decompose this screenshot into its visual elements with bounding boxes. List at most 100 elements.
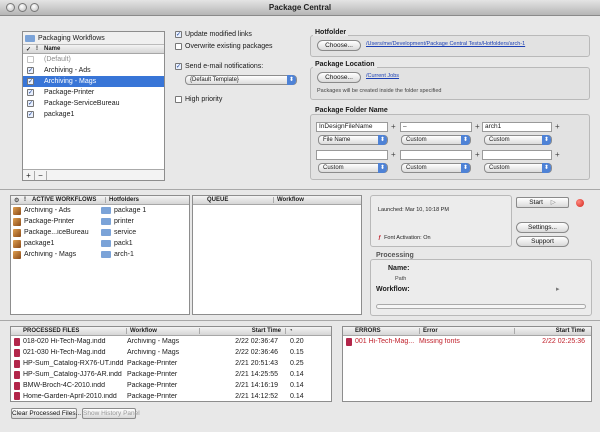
check-column-icon: ✓ [26, 46, 32, 53]
folder-name-type-select-1[interactable]: File Name [318, 135, 388, 145]
update-links-checkbox[interactable]: ✓ [175, 31, 182, 38]
high-priority-option[interactable]: High priority [175, 96, 222, 103]
processing-disclosure-icon[interactable]: ▸ [556, 285, 560, 293]
error-row[interactable]: 001 Hi-Tech-Mag... Missing fonts 2/22 02… [343, 336, 591, 347]
clear-processed-files-button[interactable]: Clear Processed Files... [11, 408, 81, 419]
active-workflow-row[interactable]: package1 pack1 [11, 238, 189, 249]
package-location-choose-button[interactable]: Choose... [317, 72, 361, 83]
start-button[interactable]: Start ▷ [516, 197, 569, 208]
processed-files-header: PROCESSED FILES Workflow Start Time ◔ [11, 327, 331, 336]
folder-name-field-6[interactable] [482, 150, 552, 160]
processed-file-duration: 0.20 [290, 338, 304, 345]
record-icon[interactable] [576, 199, 584, 207]
folder-name-type-select-5[interactable]: Custom [401, 163, 471, 173]
support-button[interactable]: Support [516, 236, 569, 247]
error-message: Missing fonts [419, 338, 460, 345]
processed-workflow-column[interactable]: Workflow [126, 328, 199, 334]
queue-column[interactable]: QUEUE [193, 197, 273, 203]
folder-name-type-select-4[interactable]: Custom [318, 163, 388, 173]
errors-column[interactable]: ERRORS [343, 328, 419, 334]
active-hotfolder-name: printer [114, 218, 134, 225]
update-links-option[interactable]: ✓ Update modified links [175, 31, 252, 38]
add-component-icon[interactable]: + [391, 122, 396, 131]
folder-name-field-1[interactable]: InDesignFileName [316, 122, 388, 132]
warning-column-icon: ! [36, 46, 38, 52]
add-component-icon[interactable]: + [391, 150, 396, 159]
add-component-icon[interactable]: + [475, 122, 480, 131]
hotfolders-column[interactable]: Hotfolders [105, 197, 139, 203]
workflow-row[interactable]: ✓ package1 [23, 109, 164, 120]
error-start-column[interactable]: Start Time [514, 328, 588, 334]
queue-header: QUEUE Workflow [193, 196, 361, 205]
processed-file-row[interactable]: 021-030 Hi-Tech-Mag.indd Archiving - Mag… [11, 347, 331, 358]
workflow-checkbox[interactable]: ✓ [27, 111, 34, 118]
gear-icon[interactable]: ⚙ [11, 197, 21, 204]
font-activation-status: ƒ Font Activation: On [378, 235, 431, 241]
send-email-checkbox[interactable]: ✓ [175, 63, 182, 70]
overwrite-label: Overwrite existing packages [185, 43, 273, 50]
show-history-panel-button[interactable]: Show History Panel [82, 408, 140, 419]
high-priority-checkbox[interactable] [175, 96, 182, 103]
indd-file-icon [14, 370, 20, 379]
processed-file-row[interactable]: HP-Sum_Catalog-RX76-UT.indd Package-Prin… [11, 358, 331, 369]
workflow-row[interactable]: ✓ Package-Printer [23, 87, 164, 98]
workflow-row[interactable]: (Default) [23, 54, 164, 65]
duration-icon[interactable]: ◔ [285, 328, 293, 334]
high-priority-label: High priority [185, 96, 223, 103]
processed-file-row[interactable]: 018-020 Hi-Tech-Mag.indd Archiving - Mag… [11, 336, 331, 347]
folder-name-type-select-2[interactable]: Custom [401, 135, 471, 145]
processed-file-duration: 0.14 [290, 382, 304, 389]
active-workflows-column[interactable]: ACTIVE WORKFLOWS [29, 197, 105, 203]
processed-file-row[interactable]: Home-Garden-April-2010.indd Package-Prin… [11, 391, 331, 401]
workflow-checkbox[interactable] [27, 56, 34, 63]
folder-name-field-5[interactable] [400, 150, 472, 160]
active-workflow-row[interactable]: Package...iceBureau service [11, 227, 189, 238]
name-column-header[interactable]: Name [41, 46, 60, 52]
processed-file-row[interactable]: BMW-Broch-4C-2010.indd Package-Printer 2… [11, 380, 331, 391]
overwrite-option[interactable]: Overwrite existing packages [175, 43, 273, 50]
add-component-icon[interactable]: + [555, 122, 560, 131]
workflow-checkbox[interactable]: ✓ [27, 89, 34, 96]
overwrite-checkbox[interactable] [175, 43, 182, 50]
add-component-icon[interactable]: + [555, 150, 560, 159]
queue-workflow-column[interactable]: Workflow [273, 197, 304, 203]
workflow-checkbox[interactable]: ✓ [27, 67, 34, 74]
indd-file-icon [14, 359, 20, 368]
processed-file-workflow: Archiving - Mags [127, 338, 180, 345]
add-component-icon[interactable]: + [475, 150, 480, 159]
workflow-name: Archiving - Mags [44, 78, 97, 85]
update-links-label: Update modified links [185, 31, 252, 38]
hotfolder-choose-button[interactable]: Choose... [317, 40, 361, 51]
settings-button[interactable]: Settings... [516, 222, 569, 233]
processed-file-start: 2/21 14:12:52 [235, 392, 278, 400]
folder-name-field-2[interactable]: – [400, 122, 472, 132]
package-location-path[interactable]: /Current Jobs [366, 73, 399, 79]
folder-icon [101, 251, 111, 258]
folder-name-field-3[interactable]: arch1 [482, 122, 552, 132]
active-workflow-row[interactable]: Archiving - Ads package 1 [11, 205, 189, 216]
active-workflow-row[interactable]: Package-Printer printer [11, 216, 189, 227]
send-email-option[interactable]: ✓ Send e-mail notifications: [175, 63, 263, 70]
processed-file-name: BMW-Broch-4C-2010.indd [23, 382, 105, 389]
workflow-checkbox[interactable]: ✓ [27, 100, 34, 107]
remove-workflow-button[interactable]: − [35, 170, 47, 180]
active-workflow-name: Archiving - Mags [24, 251, 77, 258]
add-workflow-button[interactable]: + [23, 170, 35, 180]
workflow-name: Archiving - Ads [44, 67, 91, 74]
processed-file-row[interactable]: HP-Sum_Catalog-JJ76-AR.indd Package-Prin… [11, 369, 331, 380]
email-template-select[interactable]: {Default Template} [185, 75, 297, 85]
active-workflows-header: ⚙ ! ACTIVE WORKFLOWS Hotfolders [11, 196, 189, 205]
error-column[interactable]: Error [419, 328, 514, 334]
processed-files-column[interactable]: PROCESSED FILES [11, 328, 126, 334]
workflow-row-selected[interactable]: ✓ Archiving - Mags [23, 76, 164, 87]
workflow-checkbox[interactable]: ✓ [27, 78, 34, 85]
folder-name-type-select-6[interactable]: Custom [484, 163, 552, 173]
folder-name-field-4[interactable] [316, 150, 388, 160]
workflow-row[interactable]: ✓ Package-ServiceBureau [23, 98, 164, 109]
active-workflow-row[interactable]: Archiving - Mags arch-1 [11, 249, 189, 260]
hotfolder-path[interactable]: /Users/me/Development/Package Central Te… [366, 41, 525, 47]
package-location-note: Packages will be created inside the fold… [317, 88, 442, 94]
workflow-row[interactable]: ✓ Archiving - Ads [23, 65, 164, 76]
folder-name-type-select-3[interactable]: Custom [484, 135, 552, 145]
processed-start-column[interactable]: Start Time [199, 328, 285, 334]
